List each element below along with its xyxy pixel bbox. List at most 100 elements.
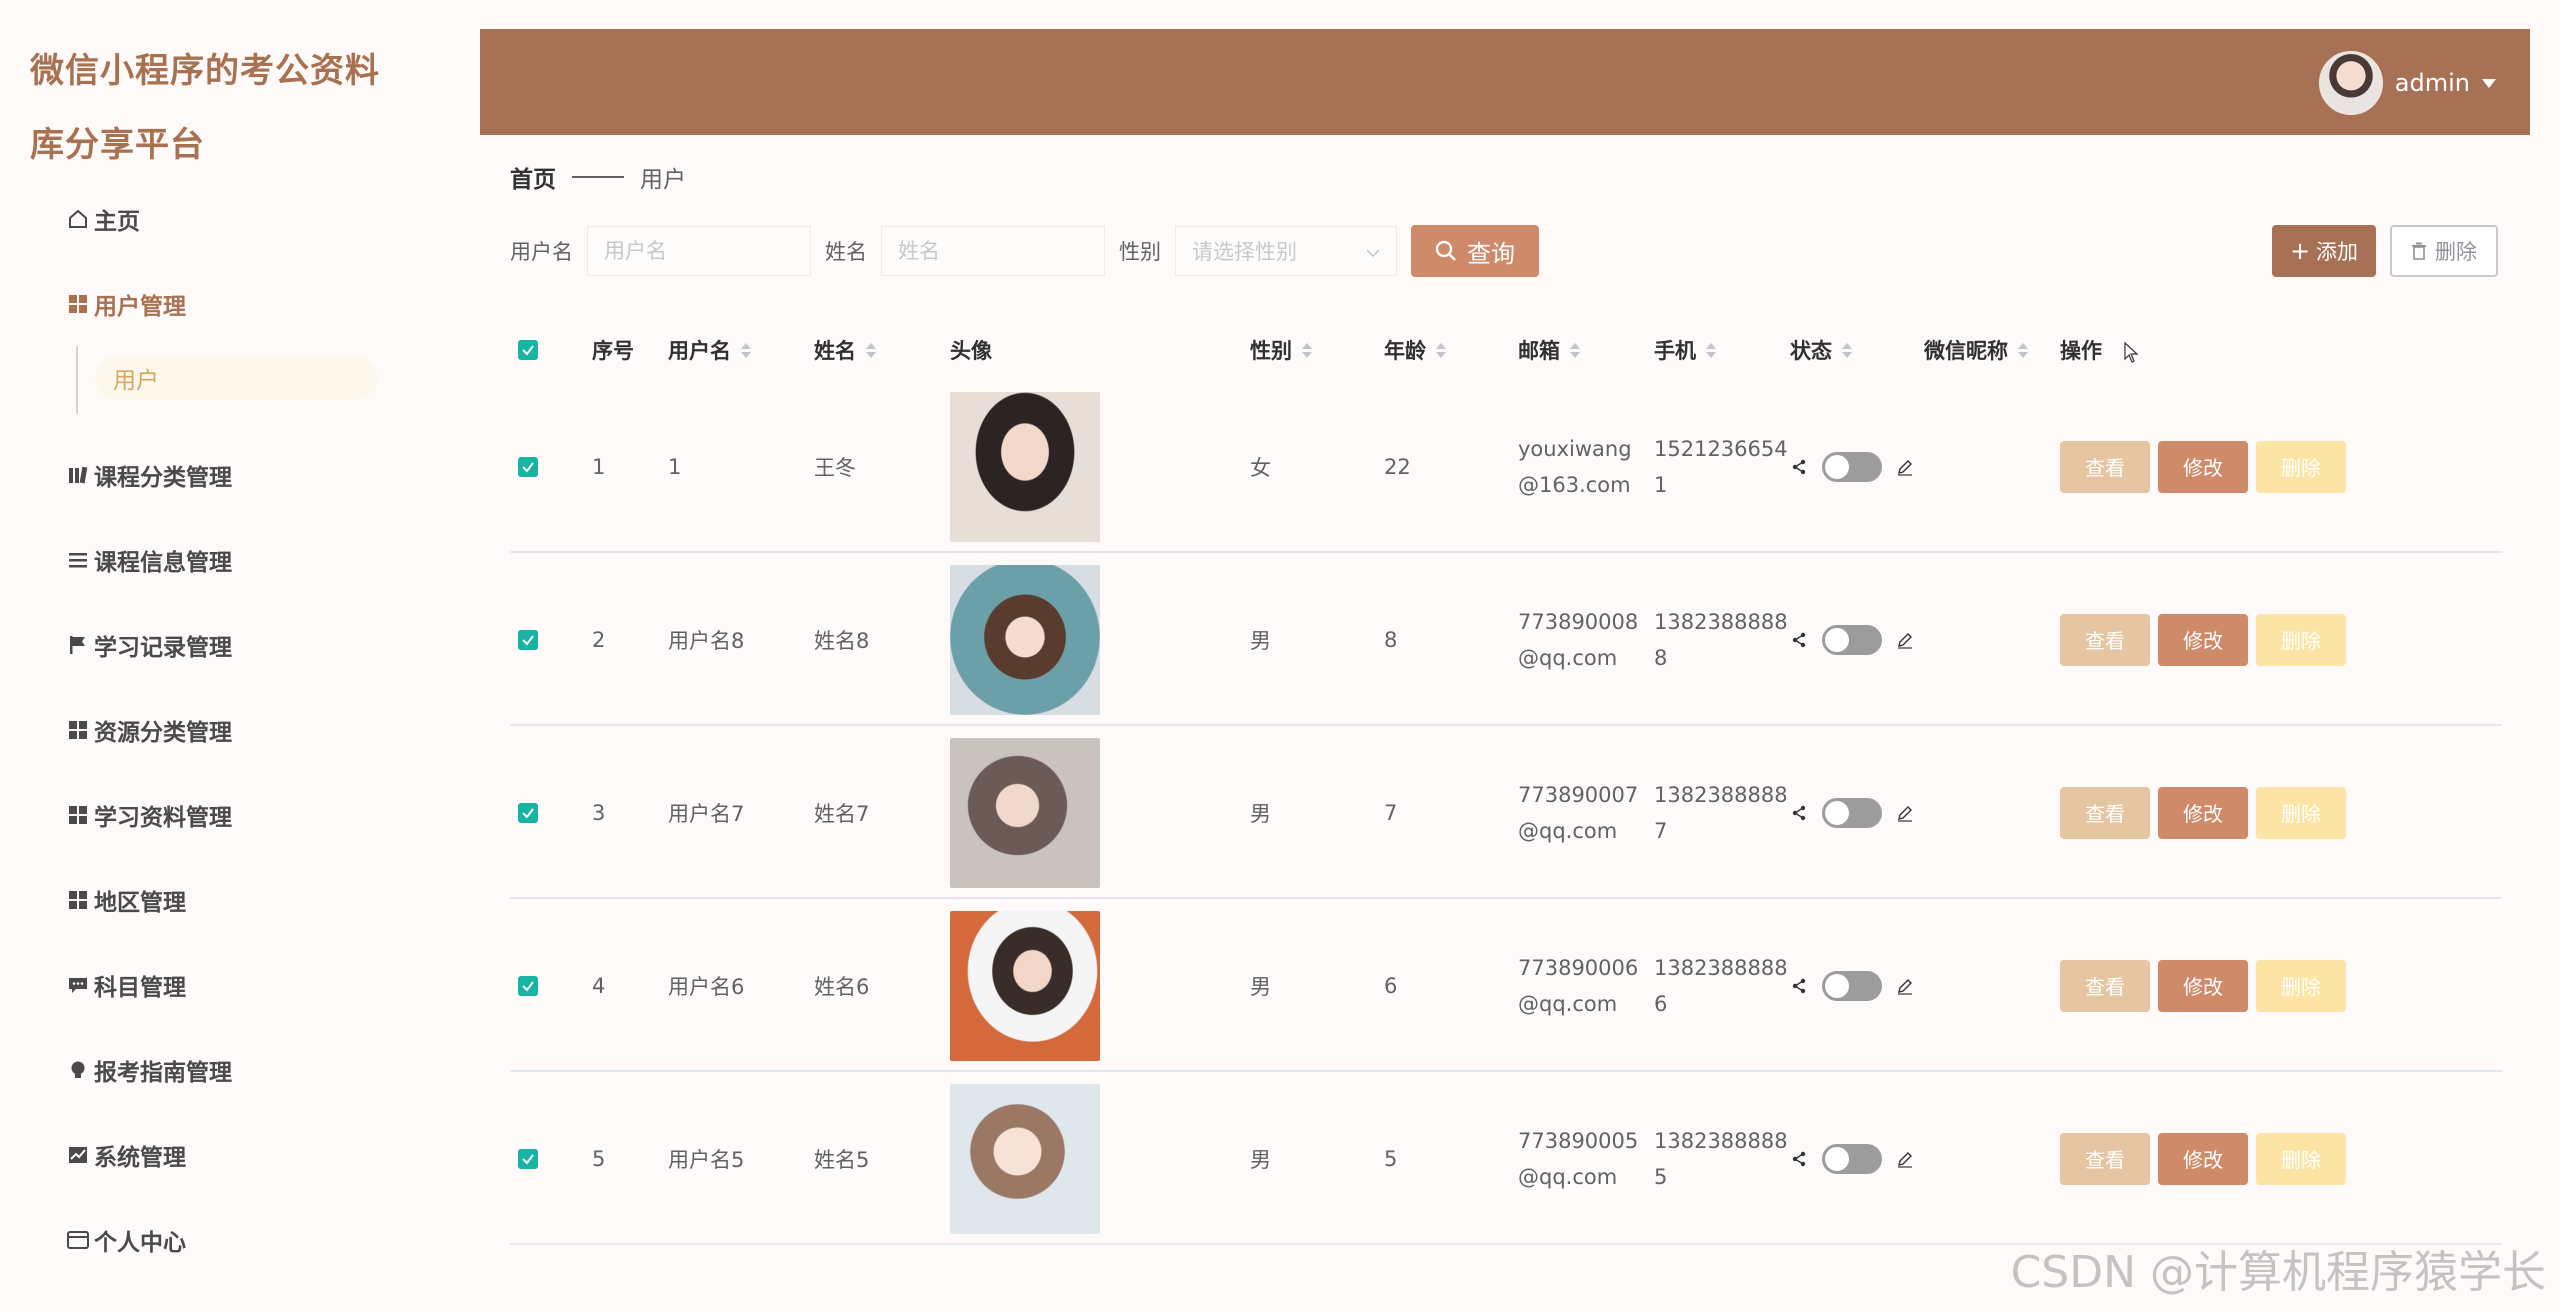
column-name[interactable]: 姓名 — [814, 320, 876, 380]
add-button-label: 添加 — [2316, 240, 2359, 264]
column-wechat[interactable]: 微信昵称 — [1924, 320, 2028, 380]
sidebar-item-course-info[interactable]: 课程信息管理 — [0, 517, 440, 602]
view-button[interactable]: 查看 — [2060, 959, 2150, 1012]
delete-button[interactable]: 删除 — [2256, 786, 2346, 839]
share-icon[interactable] — [1790, 977, 1808, 995]
view-button[interactable]: 查看 — [2060, 613, 2150, 666]
share-icon[interactable] — [1790, 804, 1808, 822]
delete-button[interactable]: 删除 — [2256, 440, 2346, 493]
sort-icon[interactable] — [1706, 342, 1716, 358]
status-toggle[interactable] — [1822, 797, 1882, 828]
sidebar-item-user-management[interactable]: 用户管理 — [0, 261, 440, 346]
breadcrumb-home[interactable]: 首页 — [510, 160, 556, 194]
edit-button[interactable]: 修改 — [2158, 959, 2248, 1012]
cell-age: 7 — [1384, 800, 1398, 825]
cell-phone-line2: 5 — [1654, 1164, 1668, 1189]
checkbox[interactable] — [518, 340, 538, 360]
sort-icon[interactable] — [741, 342, 751, 358]
card-icon — [66, 1228, 90, 1252]
sort-icon[interactable] — [1436, 342, 1446, 358]
status-cell — [1790, 624, 1914, 655]
edit-button[interactable]: 修改 — [2158, 786, 2248, 839]
sidebar-subitem-user[interactable]: 用户 — [95, 356, 378, 400]
select-all-checkbox[interactable] — [518, 320, 538, 380]
delete-button[interactable]: 删除 — [2256, 1132, 2346, 1185]
cell-phone-line1: 1521236654 — [1654, 436, 1788, 461]
table-row: 5 用户名5 姓名5 男 5 773890005 @qq.com 1382388… — [510, 1072, 2502, 1245]
sidebar-item-resource-category[interactable]: 资源分类管理 — [0, 687, 440, 772]
status-cell — [1790, 1143, 1914, 1174]
sidebar-item-system[interactable]: 系统管理 — [0, 1112, 440, 1197]
sort-icon[interactable] — [1302, 342, 1312, 358]
status-toggle[interactable] — [1822, 970, 1882, 1001]
edit-pen-icon[interactable] — [1896, 631, 1914, 649]
view-button[interactable]: 查看 — [2060, 786, 2150, 839]
edit-button[interactable]: 修改 — [2158, 1132, 2248, 1185]
delete-button[interactable]: 删除 — [2256, 959, 2346, 1012]
column-age[interactable]: 年龄 — [1384, 320, 1446, 380]
row-actions: 查看 修改 删除 — [2060, 1132, 2346, 1185]
cell-phone-line2: 8 — [1654, 645, 1668, 670]
row-checkbox[interactable] — [518, 1148, 538, 1169]
table-header: 序号 用户名 姓名 头像 性别 年龄 邮箱 手机 状态 微信昵称 操作 — [510, 320, 2502, 380]
status-toggle[interactable] — [1822, 451, 1882, 482]
column-username[interactable]: 用户名 — [668, 320, 751, 380]
edit-pen-icon[interactable] — [1896, 804, 1914, 822]
add-button[interactable]: + 添加 — [2272, 225, 2376, 277]
cell-email-line1: 773890007 — [1518, 782, 1639, 807]
table-body: 1 1 王冬 女 22 youxiwang @163.com 152123665… — [510, 380, 2502, 1245]
column-gender[interactable]: 性别 — [1250, 320, 1312, 380]
edit-button[interactable]: 修改 — [2158, 440, 2248, 493]
share-icon[interactable] — [1790, 631, 1808, 649]
column-username-label: 用户名 — [668, 339, 731, 363]
column-phone[interactable]: 手机 — [1654, 320, 1716, 380]
row-checkbox[interactable] — [518, 629, 538, 650]
sidebar-item-region[interactable]: 地区管理 — [0, 857, 440, 942]
sort-icon[interactable] — [1570, 342, 1580, 358]
sidebar-item-study-record[interactable]: 学习记录管理 — [0, 602, 440, 687]
column-email[interactable]: 邮箱 — [1518, 320, 1580, 380]
user-menu[interactable]: admin — [2318, 51, 2496, 115]
edit-pen-icon[interactable] — [1896, 1150, 1914, 1168]
watermark: CSDN @计算机程序猿学长 — [2010, 1247, 2546, 1298]
view-button[interactable]: 查看 — [2060, 440, 2150, 493]
cell-phone: 1382388888 7 — [1654, 777, 1788, 849]
status-toggle[interactable] — [1822, 1143, 1882, 1174]
sidebar-item-subject[interactable]: 科目管理 — [0, 942, 440, 1027]
batch-delete-button[interactable]: 删除 — [2390, 225, 2498, 277]
sort-icon[interactable] — [2018, 342, 2028, 358]
user-photo — [950, 737, 1100, 888]
sidebar-item-course-category[interactable]: 课程分类管理 — [0, 432, 440, 517]
sidebar-item-study-material[interactable]: 学习资料管理 — [0, 772, 440, 857]
share-icon[interactable] — [1790, 1150, 1808, 1168]
sort-icon[interactable] — [866, 342, 876, 358]
user-photo — [950, 910, 1100, 1061]
sidebar-item-exam-guide[interactable]: 报考指南管理 — [0, 1027, 440, 1112]
row-checkbox[interactable] — [518, 975, 538, 996]
cell-phone-line1: 1382388888 — [1654, 1128, 1788, 1153]
sort-icon[interactable] — [1842, 342, 1852, 358]
delete-button[interactable]: 删除 — [2256, 613, 2346, 666]
view-button[interactable]: 查看 — [2060, 1132, 2150, 1185]
username-input[interactable] — [587, 226, 811, 276]
toggle-knob — [1825, 973, 1849, 998]
gender-select[interactable]: 请选择性别 — [1175, 226, 1397, 276]
user-name: admin — [2394, 69, 2470, 97]
search-bar: 用户名 姓名 性别 请选择性别 查询 — [510, 224, 1539, 278]
column-status[interactable]: 状态 — [1790, 320, 1852, 380]
grid-icon — [66, 888, 90, 912]
sidebar: 微信小程序的考公资料库分享平台 主页 用户管理 用户 课程分类管理 课程信息管理… — [0, 0, 440, 1312]
row-checkbox[interactable] — [518, 456, 538, 477]
status-toggle[interactable] — [1822, 624, 1882, 655]
query-button[interactable]: 查询 — [1411, 225, 1539, 277]
row-actions: 查看 修改 删除 — [2060, 786, 2346, 839]
sidebar-item-profile[interactable]: 个人中心 — [0, 1197, 440, 1282]
name-input[interactable] — [881, 226, 1105, 276]
sidebar-item-home[interactable]: 主页 — [0, 176, 440, 261]
share-icon[interactable] — [1790, 458, 1808, 476]
edit-pen-icon[interactable] — [1896, 977, 1914, 995]
edit-pen-icon[interactable] — [1896, 458, 1914, 476]
cell-gender: 男 — [1250, 974, 1271, 999]
edit-button[interactable]: 修改 — [2158, 613, 2248, 666]
row-checkbox[interactable] — [518, 802, 538, 823]
